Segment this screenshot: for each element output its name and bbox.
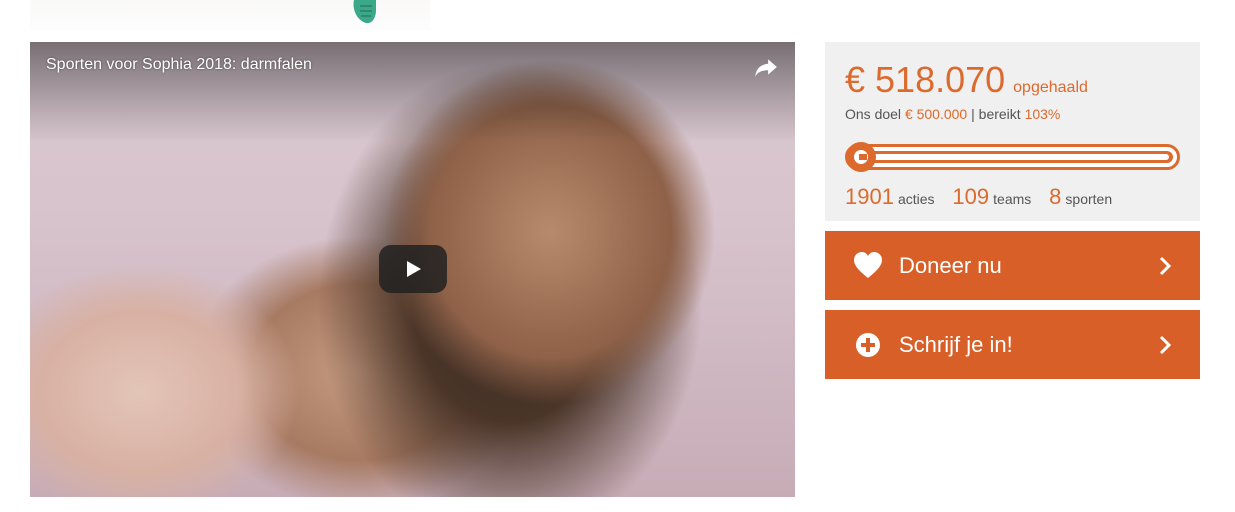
count-sporten: 8 sporten	[1049, 184, 1113, 209]
count-teams-value: 109	[952, 184, 990, 209]
play-button[interactable]	[379, 245, 447, 293]
goal-line: Ons doel € 500.000 | bereikt 103%	[845, 106, 1060, 122]
count-acties-value: 1901	[845, 184, 894, 209]
amount-raised: € 518.070 opgehaald	[845, 60, 1088, 108]
progress-inner-track	[856, 154, 1169, 160]
plus-circle-icon	[856, 332, 880, 357]
goal-label: Ons doel	[845, 106, 902, 122]
amount-suffix: opgehaald	[1013, 79, 1088, 96]
signup-button[interactable]: Schrijf je in!	[825, 310, 1200, 379]
count-sporten-value: 8	[1049, 184, 1062, 209]
play-icon	[407, 261, 421, 277]
counts-row: 1901 acties 109 teams 8 sporten	[845, 184, 1126, 210]
progress-thermometer	[845, 142, 1180, 172]
share-icon[interactable]	[753, 54, 779, 80]
video-title[interactable]: Sporten voor Sophia 2018: darmfalen	[46, 56, 312, 74]
count-sporten-label: sporten	[1065, 191, 1113, 207]
goal-value: € 500.000	[904, 106, 968, 122]
count-teams-label: teams	[993, 191, 1032, 207]
heart-icon	[854, 251, 882, 278]
amount-value: € 518.070	[845, 59, 1006, 100]
count-acties-label: acties	[897, 191, 935, 207]
reached-value: 103%	[1024, 106, 1061, 122]
mascot-icon	[353, 0, 376, 24]
signup-label: Schrijf je in!	[899, 331, 1013, 357]
page: Sporten voor Sophia 2018: darmfalen € 51…	[0, 0, 1235, 512]
reached-label: bereikt	[978, 106, 1021, 122]
video-player[interactable]: Sporten voor Sophia 2018: darmfalen	[30, 42, 795, 497]
fundraising-stats: € 518.070 opgehaald Ons doel € 500.000 | …	[825, 42, 1200, 221]
chevron-right-icon	[1159, 335, 1172, 355]
donate-button[interactable]: Doneer nu	[825, 231, 1200, 300]
goal-separator: |	[971, 106, 975, 122]
donate-label: Doneer nu	[899, 252, 1002, 278]
count-acties: 1901 acties	[845, 184, 938, 209]
chevron-right-icon	[1159, 256, 1172, 276]
count-teams: 109 teams	[952, 184, 1035, 209]
